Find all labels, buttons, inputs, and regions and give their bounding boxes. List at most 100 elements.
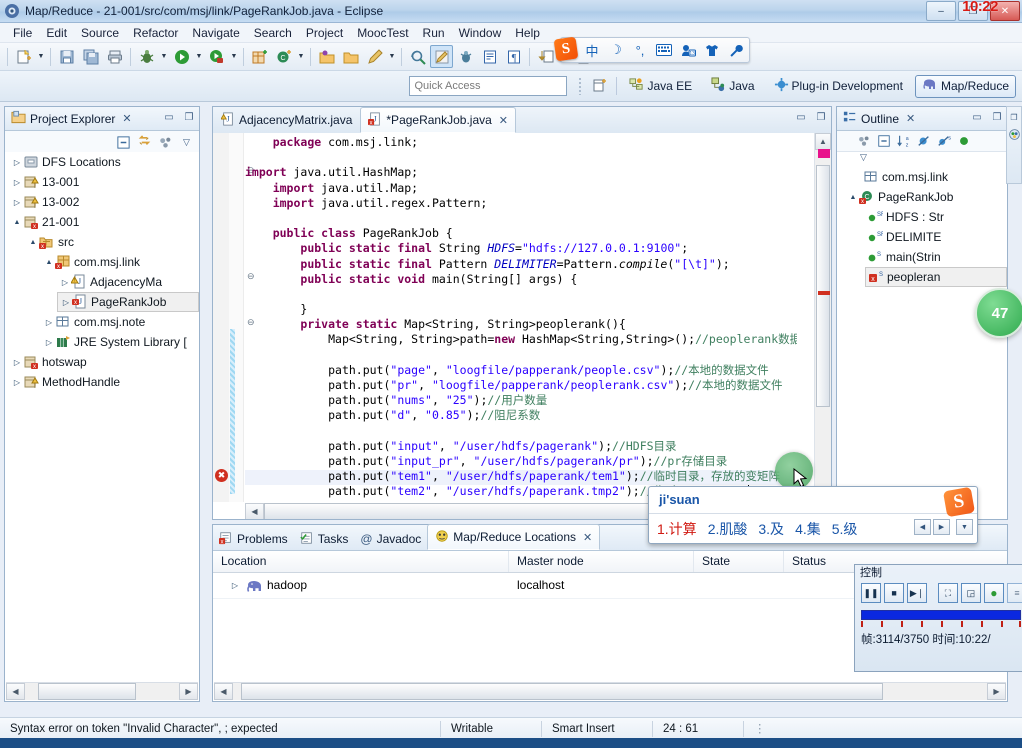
explorer-horizontal-scrollbar[interactable]: ◀ ▶: [6, 682, 198, 700]
restore-icon[interactable]: ❐: [1010, 113, 1017, 122]
scroll-thumb[interactable]: [38, 683, 136, 700]
punctuation-icon[interactable]: °,: [631, 41, 649, 59]
ime-candidate-2[interactable]: 2.肌酸: [708, 519, 748, 539]
menu-edit[interactable]: Edit: [39, 24, 74, 42]
tree-item-13-001[interactable]: ▷ ! 13-001: [5, 172, 199, 192]
view-controls[interactable]: ▭ ❐: [970, 111, 1004, 124]
cell-state[interactable]: [694, 573, 784, 598]
code-editor[interactable]: ✖ ⊖ ⊖ ⊖ package com.msj.link; import jav…: [213, 133, 831, 519]
maximize-icon[interactable]: ❐: [182, 111, 196, 124]
toolbar-drag-handle[interactable]: [578, 77, 584, 95]
menu-search[interactable]: Search: [247, 24, 299, 42]
code-line[interactable]: [245, 211, 797, 226]
twisty-icon[interactable]: ▷: [43, 318, 55, 327]
code-line[interactable]: Map<String, String>path=new HashMap<Stri…: [245, 332, 797, 347]
code-line[interactable]: import java.util.HashMap;: [245, 165, 797, 180]
code-line[interactable]: path.put("nums", "25");//用户数量: [245, 393, 797, 408]
code-line[interactable]: path.put("tem1", "/user/hdfs/paperank/te…: [245, 469, 797, 484]
twisty-icon[interactable]: ▷: [11, 358, 23, 367]
column-header-master-node[interactable]: Master node: [509, 551, 694, 572]
twisty-icon[interactable]: ▷: [11, 198, 23, 207]
error-overview-marker[interactable]: [818, 149, 830, 158]
cell-master-node[interactable]: localhost: [509, 573, 694, 598]
sogou-ime-toolbar[interactable]: S 中 ☽ °, 13: [553, 36, 750, 63]
ime-candidate-popup[interactable]: ji'suan 1.计算 2.肌酸 3.及 4.集 5.级 ◀ ▶ ▼ S: [648, 486, 978, 544]
scroll-right-icon[interactable]: ▶: [179, 683, 198, 700]
code-line[interactable]: [245, 150, 797, 165]
editor-folding-column[interactable]: ⊖ ⊖ ⊖: [229, 133, 255, 502]
tree-item-13-002[interactable]: ▷ ! 13-002: [5, 192, 199, 212]
menu-window[interactable]: Window: [452, 24, 509, 42]
tab-map-reduce-locations[interactable]: Map/Reduce Locations ✕: [427, 524, 601, 550]
scroll-thumb[interactable]: [816, 165, 830, 407]
view-menu-icon[interactable]: ▽: [178, 134, 195, 151]
new-class-dropdown[interactable]: ▼: [296, 46, 306, 67]
editor-controls[interactable]: ▭ ❐: [794, 111, 828, 124]
outline-item-main[interactable]: S main(Strin: [837, 247, 1007, 267]
code-line[interactable]: path.put("input_pr", "/user/hdfs/pageran…: [245, 454, 797, 469]
view-controls[interactable]: ▭ ❐: [162, 111, 196, 124]
step-forward-button[interactable]: ▶❘: [907, 583, 928, 603]
menu-mooctest[interactable]: MoocTest: [350, 24, 415, 42]
save-button[interactable]: [55, 45, 78, 68]
close-icon[interactable]: ✕: [122, 112, 131, 125]
ime-page-controls[interactable]: ◀ ▶ ▼: [914, 519, 973, 535]
code-line[interactable]: [245, 424, 797, 439]
code-line[interactable]: import java.util.regex.Pattern;: [245, 196, 797, 211]
settings-wrench-icon[interactable]: [727, 41, 745, 59]
column-header-location[interactable]: Location: [213, 551, 509, 572]
cell-location[interactable]: ▷ hadoop: [213, 573, 509, 598]
twisty-icon[interactable]: ▷: [60, 298, 72, 307]
save-all-button[interactable]: [79, 45, 102, 68]
print-button[interactable]: [103, 45, 126, 68]
outline-item-delimiter[interactable]: SF DELIMITE: [837, 227, 1007, 247]
editor-tab-adjacencymatrix[interactable]: J AdjacencyMatrix.java: [213, 107, 360, 133]
tree-item-21-001[interactable]: ▲ x 21-001: [5, 212, 199, 232]
code-line[interactable]: path.put("pr", "loogfile/papperank/peopl…: [245, 378, 797, 393]
editor-tab-pagerankjob[interactable]: Jx *PageRankJob.java ✕: [360, 107, 517, 133]
maximize-icon[interactable]: ❐: [990, 111, 1004, 124]
tree-item-dfs-locations[interactable]: ▷ DFS Locations: [5, 152, 199, 172]
hide-non-public-icon[interactable]: [955, 133, 972, 150]
menu-source[interactable]: Source: [74, 24, 126, 42]
show-whitespace-button[interactable]: [478, 45, 501, 68]
new-java-project-button[interactable]: [248, 45, 271, 68]
twisty-icon[interactable]: ▷: [229, 573, 241, 598]
perspective-map-reduce[interactable]: Map/Reduce: [914, 74, 1016, 98]
code-line[interactable]: package com.msj.link;: [245, 135, 797, 150]
run-dropdown[interactable]: ▼: [194, 46, 204, 67]
tree-item-hotswap[interactable]: ▷ x hotswap: [5, 352, 199, 372]
hide-static-icon[interactable]: s: [935, 133, 952, 150]
perspective-java[interactable]: Java: [704, 74, 761, 98]
new-wizard-dropdown[interactable]: ▼: [36, 46, 46, 67]
twisty-icon[interactable]: ▷: [11, 178, 23, 187]
tree-item-src[interactable]: ▲ x src: [5, 232, 199, 252]
ime-candidate-1[interactable]: 1.计算: [657, 519, 697, 539]
twisty-icon[interactable]: ▲: [27, 239, 39, 246]
code-line[interactable]: public static final String HDFS="hdfs://…: [245, 241, 797, 256]
pencil-button[interactable]: [363, 45, 386, 68]
code-line[interactable]: private static Map<String, String>people…: [245, 317, 797, 332]
tab-javadoc[interactable]: @ Javadoc: [354, 528, 427, 550]
twisty-icon[interactable]: ▷: [11, 378, 23, 387]
scroll-right-icon[interactable]: ▶: [987, 683, 1006, 700]
collapse-all-icon[interactable]: [115, 134, 132, 151]
tree-item-com-msj-link[interactable]: ▲ x com.msj.link: [5, 252, 199, 272]
project-tree[interactable]: ▷ DFS Locations ▷ ! 13-001 ▷ ! 13-002 ▲ …: [5, 152, 199, 679]
pause-button[interactable]: ❚❚: [861, 583, 882, 603]
fast-view-bar[interactable]: ❐: [1006, 106, 1022, 184]
code-line[interactable]: public class PageRankJob {: [245, 226, 797, 241]
code-line[interactable]: path.put("input", "/user/hdfs/pagerank")…: [245, 439, 797, 454]
run-external-tools-button[interactable]: [205, 45, 228, 68]
close-icon[interactable]: ✕: [906, 112, 915, 125]
perspective-java-ee[interactable]: Java EE: [622, 74, 699, 98]
outline-tree[interactable]: com.msj.link ▲ Cx PageRankJob SF HDFS : …: [837, 167, 1007, 519]
recorder-control-panel[interactable]: 控制 ❚❚ ■ ▶❘ ⛶ ◲ ● ≡ 帧:3114/3750 时间:10:22/: [854, 564, 1022, 672]
view-menu-icon[interactable]: ▽: [855, 149, 872, 166]
outline-item-peoplerank[interactable]: xS peopleran: [865, 267, 1007, 287]
run-button[interactable]: [170, 45, 193, 68]
scroll-thumb[interactable]: [241, 683, 883, 700]
tree-item-jre-system-library[interactable]: ▷ JRE System Library [: [5, 332, 199, 352]
twisty-icon[interactable]: ▲: [43, 259, 55, 266]
ime-next-page-icon[interactable]: ▶: [933, 519, 950, 535]
